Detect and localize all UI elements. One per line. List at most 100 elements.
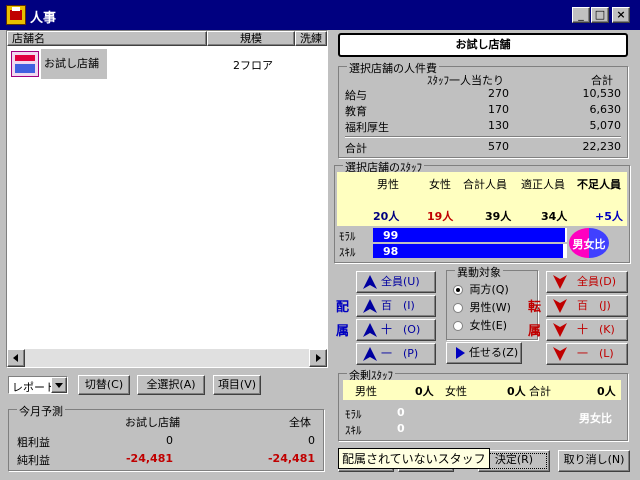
minimize-button[interactable]: _ (572, 7, 590, 23)
assign-ten-button[interactable]: 十 (O) (356, 319, 436, 341)
labor-col-total: 合計 (591, 74, 613, 87)
surplus-morale: 0 (397, 406, 405, 419)
transfer-ten-button[interactable]: 十 (K) (546, 319, 628, 341)
labor-col-per: ｽﾀｯﾌ一人当たり (427, 74, 504, 87)
forecast-panel: 今月予測 お試し店舗 全体 粗利益 0 0 純利益 -24,481 -24,48… (8, 403, 324, 471)
store-title-box: お試し店舗 (338, 33, 628, 57)
radio-female[interactable]: 女性(E) (453, 317, 507, 333)
switch-button[interactable]: 切替(C) (78, 375, 130, 395)
gender-ratio-label: 男女比 (572, 238, 606, 251)
app-icon[interactable] (6, 5, 26, 25)
play-icon (456, 347, 465, 359)
surplus-skill: 0 (397, 422, 405, 435)
assign-ten-label: 十 (O) (381, 323, 421, 336)
radio-dot (453, 303, 463, 313)
list-item[interactable]: お試し店舗 2フロア (9, 49, 325, 79)
scroll-right-button[interactable] (309, 349, 327, 367)
radio-male-label: 男性(W) (469, 301, 511, 314)
skill-bar: 98 (373, 244, 567, 258)
surplus-skill-label: ｽｷﾙ (345, 424, 362, 437)
tooltip: 配属されていないスタッフ (338, 448, 490, 469)
surplus-male-label: 男性 (355, 385, 377, 398)
transfer-one-button[interactable]: 一 (L) (546, 343, 628, 365)
morale-bar: 99 (373, 228, 567, 242)
forecast-value: -24,481 (125, 452, 173, 465)
forecast-col-total: 全体 (289, 416, 311, 429)
staff-panel: 選択店舗のｽﾀｯﾌ 男性 女性 合計人員 適正人員 不足人員 20人 19人 3… (334, 159, 630, 263)
header-proper: 適正人員 (521, 178, 565, 191)
surplus-male: 0人 (415, 385, 434, 398)
report-select-value: レポート (12, 381, 56, 394)
up-arrow-icon (363, 299, 377, 313)
transfer-target-group: 異動対象 両方(Q) 男性(W) 女性(E) (446, 264, 538, 340)
transfer-all-label: 全員(D) (577, 275, 617, 288)
column-header-size[interactable]: 規模 (207, 31, 295, 46)
forecast-value: -24,481 (267, 452, 315, 465)
transfer-target-title: 異動対象 (455, 264, 503, 280)
labor-label: 教育 (345, 105, 367, 118)
surplus-summary: 男性 0人 女性 0人 合計 0人 (343, 380, 621, 400)
assign-hundred-button[interactable]: 百 (I) (356, 295, 436, 317)
labor-title: 選択店舗の人件費 (347, 60, 439, 76)
labor-sum-total: 22,230 (582, 140, 622, 153)
transfer-hundred-button[interactable]: 百 (J) (546, 295, 628, 317)
down-arrow-icon (553, 323, 567, 337)
select-all-button[interactable]: 全選択(A) (137, 375, 205, 395)
items-button[interactable]: 項目(V) (213, 375, 261, 395)
assign-label: 配 (336, 300, 350, 315)
labor-per: 270 (488, 87, 509, 100)
cancel-button[interactable]: 取り消し(N) (558, 450, 630, 472)
maximize-button[interactable]: □ (591, 7, 609, 23)
surplus-morale-label: ﾓﾗﾙ (345, 408, 362, 421)
value-female: 19人 (427, 210, 454, 223)
labor-total: 6,630 (589, 103, 622, 116)
assign-all-label: 全員(U) (381, 275, 420, 288)
delegate-label: 任せる(Z) (469, 346, 519, 359)
labor-total: 10,530 (582, 87, 622, 100)
store-icon (11, 51, 39, 77)
assign-all-button[interactable]: 全員(U) (356, 271, 436, 293)
labor-sum-per: 570 (488, 140, 509, 153)
radio-dot (453, 285, 463, 295)
radio-both[interactable]: 両方(Q) (453, 281, 509, 297)
chevron-down-icon[interactable] (51, 377, 67, 393)
labor-row: 福利厚生 130 5,070 (345, 119, 623, 135)
transfer-label: 属 (528, 324, 542, 339)
surplus-total-label: 合計 (529, 385, 551, 398)
report-select[interactable]: レポート (8, 376, 68, 394)
forecast-value: 0 (166, 434, 173, 447)
store-title: お試し店舗 (455, 38, 511, 51)
transfer-all-button[interactable]: 全員(D) (546, 271, 628, 293)
radio-dot (453, 321, 463, 331)
up-arrow-icon (363, 275, 377, 289)
header-female: 女性 (429, 178, 451, 191)
assign-one-button[interactable]: 一 (P) (356, 343, 436, 365)
down-arrow-icon (553, 275, 567, 289)
surplus-female: 0人 (507, 385, 526, 398)
delegate-button[interactable]: 任せる(Z) (446, 342, 522, 364)
column-header-name[interactable]: 店舗名 (7, 31, 207, 46)
morale-label: ﾓﾗﾙ (339, 230, 356, 243)
column-header-refinement[interactable]: 洗練 (295, 31, 327, 46)
skill-label: ｽｷﾙ (339, 246, 356, 259)
surplus-total: 0人 (597, 385, 616, 398)
labor-row: 給与 270 10,530 (345, 87, 623, 103)
labor-row: 教育 170 6,630 (345, 103, 623, 119)
store-name: お試し店舗 (41, 49, 107, 79)
assign-hundred-label: 百 (I) (381, 299, 415, 312)
surplus-female-label: 女性 (445, 385, 467, 398)
forecast-col-store: お試し店舗 (125, 416, 180, 429)
assign-label: 属 (336, 324, 350, 339)
divider (345, 136, 621, 138)
value-proper: 34人 (541, 210, 568, 223)
horizontal-scrollbar[interactable] (7, 349, 327, 367)
scroll-left-button[interactable] (7, 349, 25, 367)
store-list[interactable]: 店舗名 規模 洗練 お試し店舗 2フロア (6, 30, 328, 368)
value-total: 39人 (485, 210, 512, 223)
close-button[interactable]: × (612, 7, 630, 23)
surplus-panel: 余剰ｽﾀｯﾌ 男性 0人 女性 0人 合計 0人 ﾓﾗﾙ 0 ｽｷﾙ 0 男女比 (338, 367, 628, 441)
down-arrow-icon (553, 347, 567, 361)
radio-male[interactable]: 男性(W) (453, 299, 511, 315)
down-arrow-icon (553, 299, 567, 313)
up-arrow-icon (363, 323, 377, 337)
